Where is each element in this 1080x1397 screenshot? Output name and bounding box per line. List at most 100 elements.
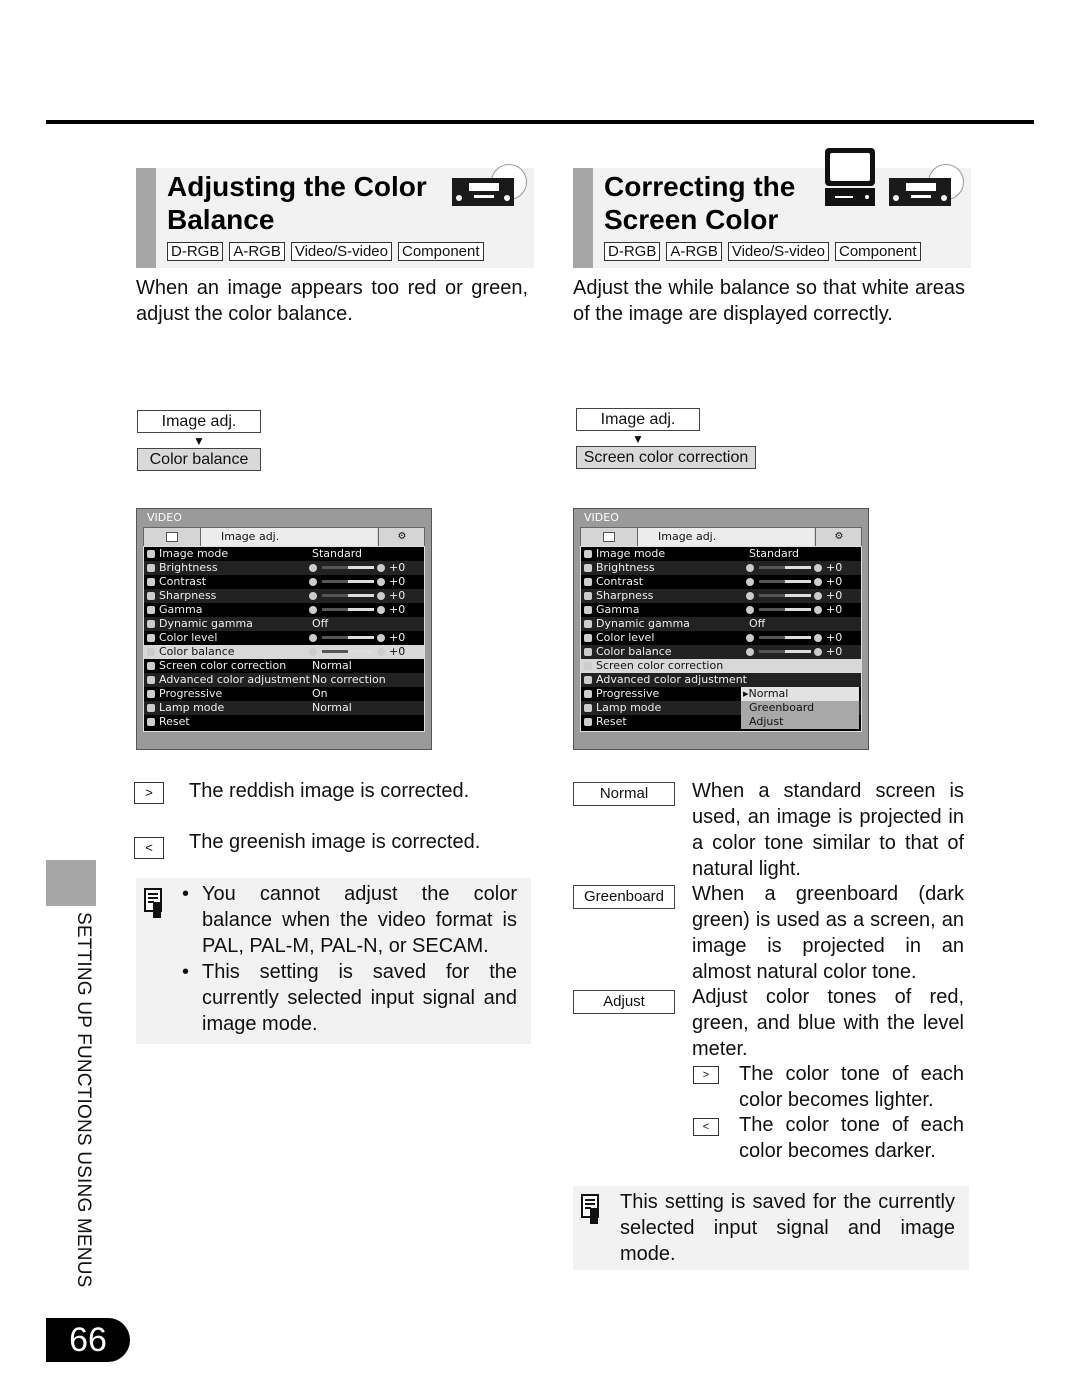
memo-icon (144, 888, 164, 918)
osd-slider[interactable] (322, 636, 374, 639)
slider-fill (759, 608, 785, 611)
osd-row-value: +0 (826, 603, 843, 616)
osd-slider[interactable] (322, 594, 374, 597)
osd-row-image-mode[interactable]: Image mode Standard (144, 547, 424, 561)
osd-slider[interactable] (322, 580, 374, 583)
osd-row-advanced-color-adjustment[interactable]: Advanced color adjustment (581, 673, 861, 687)
note-box-left: You cannot adjust the color balance when… (136, 878, 531, 1044)
osd-row-gamma[interactable]: Gamma +0 (144, 603, 424, 617)
badge-video: Video/S-video (290, 242, 392, 261)
slider-fill (759, 580, 785, 583)
option-adjust: Adjust (573, 990, 675, 1014)
badge-component: Component (834, 242, 921, 261)
osd-row-label: Sharpness (596, 589, 654, 602)
osd-slider[interactable] (322, 650, 374, 653)
osd-row-color-level[interactable]: Color level +0 (581, 631, 861, 645)
osd-slider[interactable] (759, 580, 811, 583)
osd-row-sharpness[interactable]: Sharpness +0 (144, 589, 424, 603)
osd-slider[interactable] (322, 608, 374, 611)
osd-item-icon (147, 718, 155, 726)
osd-row-value: +0 (826, 589, 843, 602)
osd-slider[interactable] (759, 594, 811, 597)
slider-min-icon (746, 578, 754, 586)
key-right-desc: The color tone of each color becomes lig… (739, 1063, 964, 1111)
osd-row-sharpness[interactable]: Sharpness +0 (581, 589, 861, 603)
osd-slider[interactable] (759, 636, 811, 639)
osd-row-dynamic-gamma[interactable]: Dynamic gamma Off (144, 617, 424, 631)
osd-row-color-level[interactable]: Color level +0 (144, 631, 424, 645)
slider-fill (759, 650, 785, 653)
slider-min-icon (746, 592, 754, 600)
osd-slider[interactable] (759, 566, 811, 569)
slider-min-icon (746, 634, 754, 642)
slider-max-icon (377, 578, 385, 586)
osd-row-brightness[interactable]: Brightness +0 (581, 561, 861, 575)
osd-row-screen-color-correction[interactable]: Screen color correction Normal (144, 659, 424, 673)
osd-item-icon (147, 676, 155, 684)
osd-row-label: Color level (596, 631, 655, 644)
slider-min-icon (309, 578, 317, 586)
slider-fill (322, 650, 348, 653)
slider-min-icon (309, 648, 317, 656)
osd-row-brightness[interactable]: Brightness +0 (144, 561, 424, 575)
dropdown-option-adjust[interactable]: Adjust (741, 715, 859, 729)
slider-max-icon (814, 564, 822, 572)
slider-fill (759, 566, 785, 569)
osd-row-dynamic-gamma[interactable]: Dynamic gamma Off (581, 617, 861, 631)
osd-row-progressive[interactable]: Progressive On (144, 687, 424, 701)
slider-max-icon (814, 606, 822, 614)
osd-tab-image-adj[interactable]: Image adj. (638, 528, 814, 546)
osd-slider[interactable] (759, 650, 811, 653)
osd-item-icon (147, 662, 155, 670)
osd-tab-image-adj[interactable]: Image adj. (201, 528, 377, 546)
osd-tab-settings[interactable]: ⚙ (378, 528, 425, 546)
header-accent-bar (136, 168, 156, 268)
osd-row-label: Image mode (159, 547, 229, 560)
osd-row-label: Color balance (159, 645, 235, 658)
osd-row-contrast[interactable]: Contrast +0 (144, 575, 424, 589)
osd-row-advanced-color-adjustment[interactable]: Advanced color adjustment No correction (144, 673, 424, 687)
osd-tab-bar: Image adj. ⚙ (143, 527, 425, 547)
osd-tab-settings[interactable]: ⚙ (815, 528, 862, 546)
key-left: < (693, 1118, 719, 1136)
dropdown-option-greenboard[interactable]: Greenboard (741, 701, 859, 715)
osd-row-label: Advanced color adjustment (159, 673, 310, 686)
nav-color-balance: Color balance (137, 448, 261, 471)
nav-image-adj: Image adj. (137, 410, 261, 433)
osd-row-screen-color-correction[interactable]: Screen color correction (581, 659, 861, 673)
osd-row-color-balance[interactable]: Color balance +0 (144, 645, 424, 659)
osd-row-label: Brightness (596, 561, 655, 574)
option-greenboard: Greenboard (573, 885, 675, 909)
page-number: 66 (46, 1318, 130, 1362)
option-adjust-desc: Adjust color tones of red, green, and bl… (692, 986, 964, 1060)
slider-max-icon (814, 592, 822, 600)
title-line-1: Correcting the (604, 171, 796, 202)
osd-tab-input[interactable] (144, 528, 201, 546)
osd-row-gamma[interactable]: Gamma +0 (581, 603, 861, 617)
osd-item-icon (584, 564, 592, 572)
osd-row-reset[interactable]: Reset (144, 715, 424, 729)
osd-row-image-mode[interactable]: Image mode Standard (581, 547, 861, 561)
osd-item-icon (147, 648, 155, 656)
computer-icon (825, 148, 875, 208)
osd-row-color-balance[interactable]: Color balance +0 (581, 645, 861, 659)
intro-text-right: Adjust the while balance so that white a… (573, 277, 965, 325)
slider-fill (322, 566, 348, 569)
dropdown-option-normal[interactable]: ▸Normal (741, 687, 859, 701)
input-badges: D-RGB A-RGB Video/S-video Component (604, 242, 921, 261)
osd-row-label: Reset (159, 715, 190, 728)
osd-row-label: Image mode (596, 547, 666, 560)
osd-slider[interactable] (322, 566, 374, 569)
osd-row-lamp-mode[interactable]: Lamp mode Normal (144, 701, 424, 715)
osd-row-contrast[interactable]: Contrast +0 (581, 575, 861, 589)
slider-max-icon (814, 578, 822, 586)
badge-d-rgb: D-RGB (167, 242, 224, 261)
memo-icon (581, 1194, 601, 1224)
key-left-desc: The color tone of each color becomes dar… (739, 1114, 964, 1162)
chapter-label: SETTING UP FUNCTIONS USING MENUS (73, 912, 94, 1288)
osd-tab-input[interactable] (581, 528, 638, 546)
osd-row-value: Normal (312, 659, 352, 672)
slider-min-icon (746, 648, 754, 656)
osd-slider[interactable] (759, 608, 811, 611)
slider-fill (322, 608, 348, 611)
